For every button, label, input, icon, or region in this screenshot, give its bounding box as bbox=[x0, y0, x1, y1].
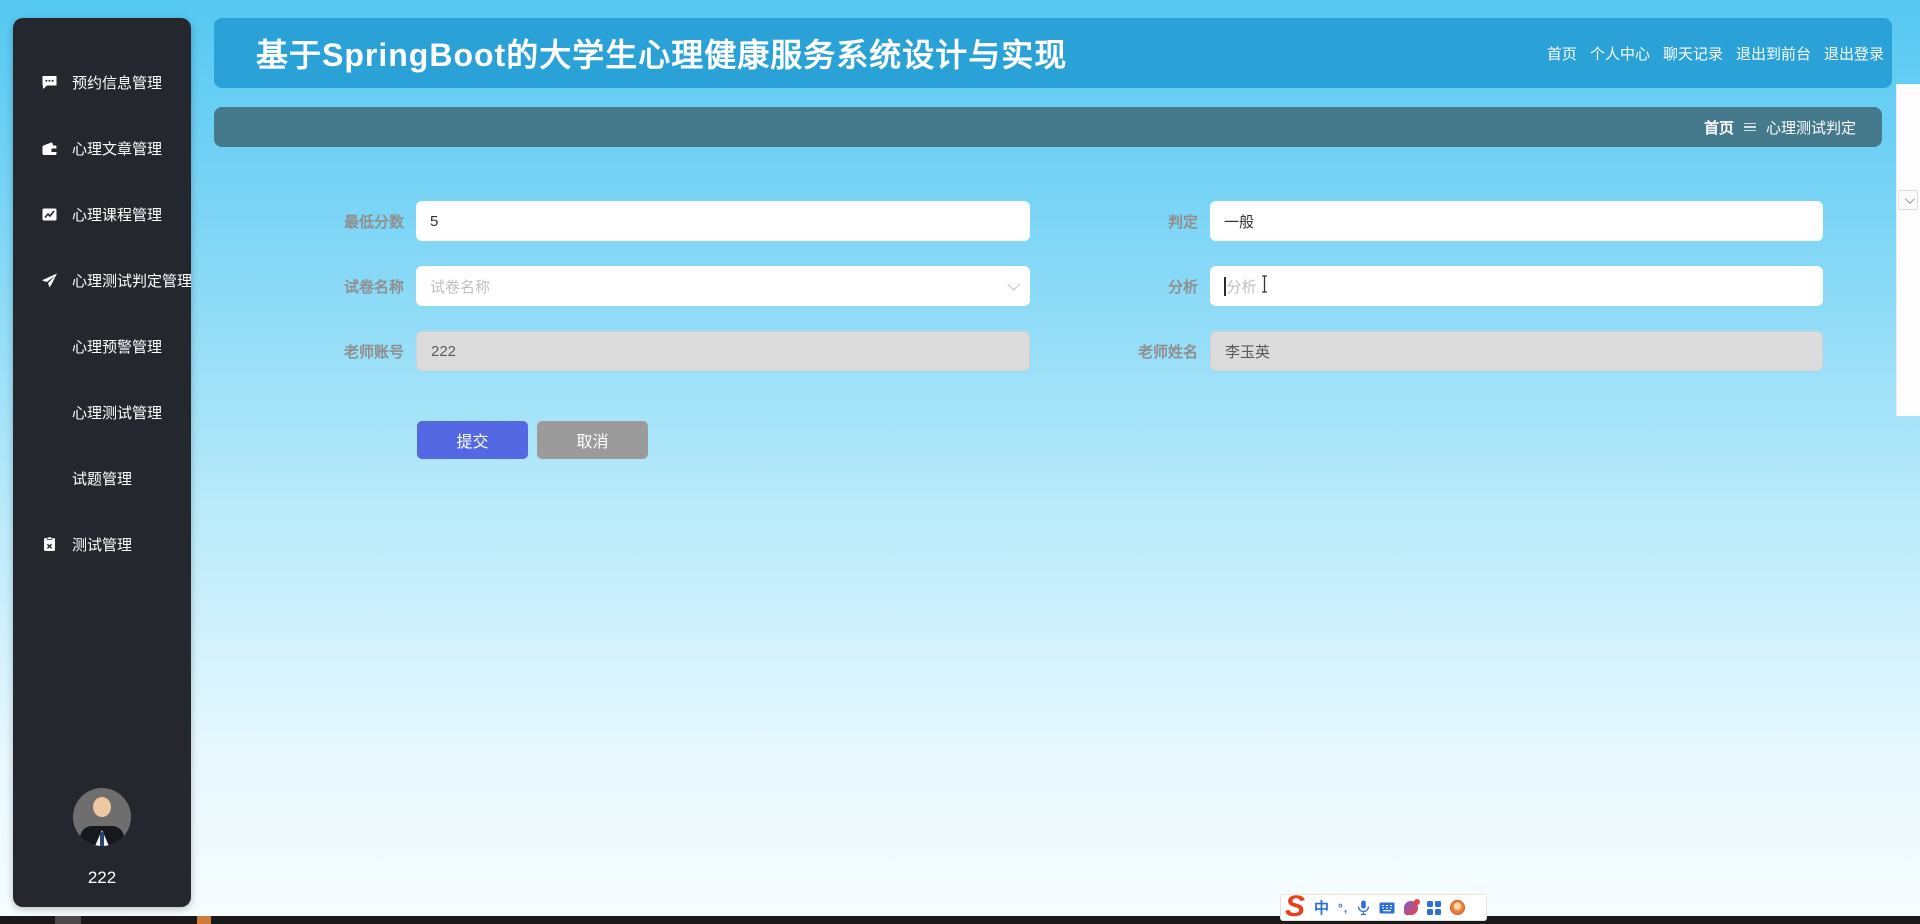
microphone-icon[interactable] bbox=[1357, 900, 1370, 915]
sidebar-item-psych-warning[interactable]: 心理预警管理 bbox=[13, 313, 191, 379]
hamburger-separator-icon bbox=[1743, 122, 1756, 132]
avatar[interactable] bbox=[73, 788, 131, 846]
form-buttons: 提交 取消 bbox=[417, 421, 648, 459]
chevron-down-icon bbox=[1904, 193, 1915, 204]
form-row: 老师账号 222 老师姓名 李玉英 bbox=[283, 331, 1823, 371]
grid-icon bbox=[41, 404, 58, 421]
top-nav: 首页 个人中心 聊天记录 退出到前台 退出登录 bbox=[1547, 18, 1884, 88]
sogou-logo-icon[interactable]: S bbox=[1285, 891, 1305, 921]
comment-icon bbox=[41, 74, 58, 91]
sidebar-item-psych-course[interactable]: 心理课程管理 bbox=[13, 181, 191, 247]
avatar-head bbox=[93, 797, 111, 817]
taskbar-icon-fragment bbox=[197, 916, 211, 924]
sidebar-item-label: 心理课程管理 bbox=[72, 206, 163, 224]
cancel-button[interactable]: 取消 bbox=[537, 421, 648, 459]
nav-home-link[interactable]: 首页 bbox=[1547, 43, 1577, 64]
nav-chat-history-link[interactable]: 聊天记录 bbox=[1663, 43, 1723, 64]
sidebar-item-label: 心理测试判定管理 bbox=[72, 272, 191, 290]
sidebar-item-psych-test[interactable]: 心理测试管理 bbox=[13, 379, 191, 445]
header: 基于SpringBoot的大学生心理健康服务系统设计与实现 首页 个人中心 聊天… bbox=[214, 18, 1892, 88]
min-score-label: 最低分数 bbox=[343, 213, 404, 231]
nav-exit-frontend-link[interactable]: 退出到前台 bbox=[1736, 43, 1811, 64]
nav-profile-link[interactable]: 个人中心 bbox=[1590, 43, 1650, 64]
scrollbar-track[interactable] bbox=[1896, 84, 1920, 416]
form-row: 最低分数 5 判定 一般 bbox=[283, 201, 1823, 241]
sidebar: 预约信息管理 心理文章管理 心理课程管理 心理测试判定管理 心理预警管理 心理测… bbox=[13, 18, 191, 907]
sidebar-item-test-judgment[interactable]: 心理测试判定管理 bbox=[13, 247, 191, 313]
sidebar-item-appointment-info[interactable]: 预约信息管理 bbox=[13, 49, 191, 115]
nav-logout-link[interactable]: 退出登录 bbox=[1824, 43, 1884, 64]
sidebar-item-label: 心理预警管理 bbox=[72, 338, 163, 356]
taskbar-edge bbox=[0, 916, 1920, 924]
sidebar-menu: 预约信息管理 心理文章管理 心理课程管理 心理测试判定管理 心理预警管理 心理测… bbox=[13, 18, 191, 577]
analysis-input[interactable]: 分析 bbox=[1210, 266, 1823, 306]
teacher-name-label: 老师姓名 bbox=[1137, 343, 1198, 361]
breadcrumb: 首页 心理测试判定 bbox=[214, 107, 1882, 147]
paper-plane-icon bbox=[41, 272, 58, 289]
sidebar-username: 222 bbox=[87, 868, 117, 887]
avatar-tie bbox=[100, 832, 104, 846]
breadcrumb-home[interactable]: 首页 bbox=[1704, 117, 1734, 138]
sidebar-item-label: 心理测试管理 bbox=[72, 404, 163, 422]
keyboard-icon[interactable] bbox=[1379, 902, 1395, 914]
judgment-label: 判定 bbox=[1167, 213, 1198, 231]
paper-name-select[interactable]: 试卷名称 bbox=[416, 266, 1030, 306]
skin-icon[interactable] bbox=[1404, 898, 1421, 915]
chinese-mode-icon[interactable]: 中 bbox=[1314, 897, 1329, 918]
toolbox-icon[interactable] bbox=[1427, 900, 1442, 915]
sidebar-item-label: 预约信息管理 bbox=[72, 74, 163, 92]
page: 预约信息管理 心理文章管理 心理课程管理 心理测试判定管理 心理预警管理 心理测… bbox=[0, 0, 1920, 924]
sidebar-item-label: 心理文章管理 bbox=[72, 140, 163, 158]
submit-button[interactable]: 提交 bbox=[417, 421, 528, 459]
grid-icon bbox=[41, 338, 58, 355]
min-score-input[interactable]: 5 bbox=[416, 201, 1030, 241]
judgment-form: 最低分数 5 判定 一般 试卷名称 试卷名称 分析 分析 老师账号 222 老师… bbox=[283, 201, 1823, 396]
sidebar-item-label: 测试管理 bbox=[72, 536, 133, 554]
sidebar-item-label: 试题管理 bbox=[72, 470, 133, 488]
emoji-icon[interactable] bbox=[1450, 900, 1466, 915]
ime-toolbar: S 中 °, bbox=[1280, 891, 1487, 921]
taskbar-icon-fragment bbox=[55, 916, 81, 924]
ibeam-cursor-icon bbox=[1259, 275, 1270, 297]
page-title: 基于SpringBoot的大学生心理健康服务系统设计与实现 bbox=[256, 37, 1068, 73]
breadcrumb-current: 心理测试判定 bbox=[1765, 119, 1856, 137]
wallet-icon bbox=[41, 140, 58, 157]
analysis-label: 分析 bbox=[1167, 278, 1198, 296]
chart-line-icon bbox=[41, 206, 58, 223]
sidebar-item-psych-article[interactable]: 心理文章管理 bbox=[13, 115, 191, 181]
teacher-account-input: 222 bbox=[416, 331, 1030, 371]
paper-name-label: 试卷名称 bbox=[343, 278, 404, 296]
teacher-account-label: 老师账号 bbox=[343, 343, 404, 361]
text-caret bbox=[1224, 276, 1226, 296]
judgment-input[interactable]: 一般 bbox=[1210, 201, 1823, 241]
punctuation-icon[interactable]: °, bbox=[1338, 901, 1348, 915]
grid-icon bbox=[41, 470, 58, 487]
sidebar-item-question-mgmt[interactable]: 试题管理 bbox=[13, 445, 191, 511]
clipboard-x-icon bbox=[41, 536, 58, 553]
scroll-down-button[interactable] bbox=[1898, 190, 1918, 210]
sidebar-item-test-mgmt[interactable]: 测试管理 bbox=[13, 511, 191, 577]
form-row: 试卷名称 试卷名称 分析 分析 bbox=[283, 266, 1823, 306]
teacher-name-input: 李玉英 bbox=[1210, 331, 1823, 371]
